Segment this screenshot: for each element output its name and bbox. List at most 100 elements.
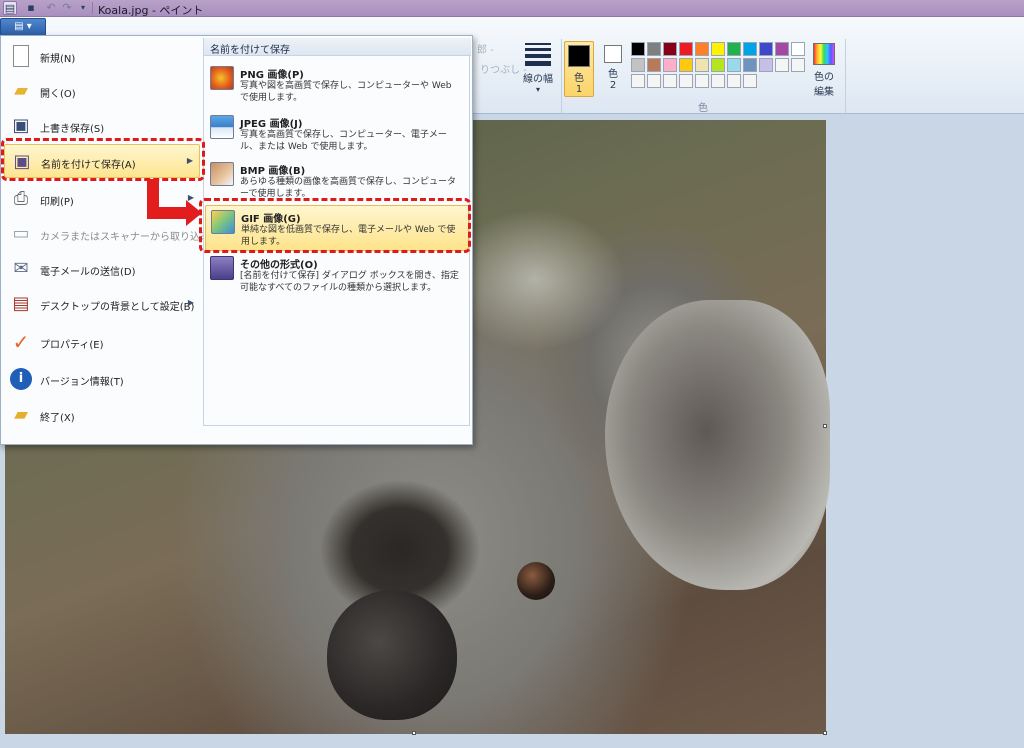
menu-item-exit[interactable]: ▰ 終了(X) [4, 398, 200, 432]
file-menu-button[interactable]: ▤ ▾ [0, 18, 46, 36]
menu-item-desktop-background[interactable]: ▤ デスクトップの背景として設定(B) ▶ [4, 287, 200, 321]
email-icon: ✉ [13, 258, 29, 279]
save-as-jpeg-item[interactable]: JPEG 画像(J) 写真を高画質で保存し、コンピューター、電子メール、または … [205, 111, 469, 157]
color1-button[interactable]: 色 1 [564, 41, 594, 97]
menu-item-new[interactable]: 新規(N) [4, 39, 200, 73]
menu-item-print-label: 印刷(P) [40, 197, 74, 208]
palette-color-swatch[interactable] [695, 74, 709, 88]
koala-ear [605, 300, 830, 590]
palette-color-swatch[interactable] [727, 42, 741, 56]
annotation-highlight-gif [199, 198, 471, 253]
color2-button[interactable]: 色 2 [598, 41, 628, 97]
new-document-icon [13, 45, 29, 67]
save-as-other-desc: [名前を付けて保存] ダイアログ ボックスを開き、指定可能なすべてのファイルの種… [240, 271, 459, 293]
menu-icon: ▤ ▾ [14, 21, 32, 32]
palette-color-swatch[interactable] [695, 42, 709, 56]
palette-color-swatch[interactable] [775, 58, 789, 72]
palette-color-swatch[interactable] [727, 58, 741, 72]
jpeg-image-icon [210, 115, 234, 139]
exit-icon: ▰ [14, 404, 28, 425]
info-icon: i [10, 368, 32, 390]
palette-color-swatch[interactable] [759, 42, 773, 56]
color2-label: 色 [608, 69, 618, 80]
checkmark-icon: ✓ [12, 330, 30, 354]
color1-label: 色 [574, 73, 584, 84]
scanner-icon: ▭ [12, 223, 30, 244]
menu-item-open[interactable]: ▰ 開く(O) [4, 74, 200, 108]
palette-color-swatch[interactable] [679, 74, 693, 88]
save-icon: ▣ [12, 115, 30, 136]
canvas-resize-handle[interactable] [823, 731, 827, 735]
palette-color-swatch[interactable] [775, 42, 789, 56]
save-icon[interactable]: ▪ [24, 1, 38, 15]
palette-color-swatch[interactable] [791, 58, 805, 72]
menu-item-exit-label: 終了(X) [40, 413, 75, 424]
line-width-label: 線の幅 [523, 74, 553, 85]
window-title: Koala.jpg - ペイント [98, 4, 204, 17]
menu-item-desktop-background-label: デスクトップの背景として設定(B) [40, 302, 195, 313]
customize-toolbar-dropdown-icon[interactable]: ▾ [76, 1, 90, 15]
canvas-resize-handle[interactable] [823, 424, 827, 428]
line-width-button[interactable]: 線の幅 ▾ [518, 40, 558, 110]
undo-icon[interactable]: ↶ [44, 1, 58, 15]
color-palette [631, 42, 807, 90]
palette-color-swatch[interactable] [631, 74, 645, 88]
menu-item-open-label: 開く(O) [40, 89, 76, 100]
palette-color-swatch[interactable] [663, 74, 677, 88]
printer-icon: ⎙ [13, 188, 29, 209]
menu-item-email[interactable]: ✉ 電子メールの送信(D) [4, 252, 200, 286]
palette-color-swatch[interactable] [711, 74, 725, 88]
palette-color-swatch[interactable] [663, 58, 677, 72]
color-wheel-icon [813, 43, 835, 65]
save-as-jpeg-title: JPEG 画像(J) [240, 119, 303, 130]
save-as-other-item[interactable]: その他の形式(O) [名前を付けて保存] ダイアログ ボックスを開き、指定可能な… [205, 252, 469, 298]
palette-color-swatch[interactable] [743, 74, 757, 88]
file-menu-commands: 新規(N) ▰ 開く(O) ▣ 上書き保存(S) ▣ 名前を付けて保存(A) ▶… [2, 37, 226, 443]
menu-item-about-label: バージョン情報(T) [40, 377, 124, 388]
save-as-png-desc: 写真や図を高画質で保存し、コンピューターや Web で使用します。 [240, 81, 452, 103]
redo-icon[interactable]: ↷ [60, 1, 74, 15]
palette-color-swatch[interactable] [679, 58, 693, 72]
palette-color-swatch[interactable] [631, 42, 645, 56]
group-divider [561, 39, 562, 113]
annotation-arrow-shaft [147, 207, 187, 219]
palette-color-swatch[interactable] [647, 58, 661, 72]
palette-color-swatch[interactable] [647, 74, 661, 88]
annotation-highlight-save-as [1, 138, 205, 181]
open-folder-icon: ▰ [14, 80, 28, 101]
palette-color-swatch[interactable] [759, 58, 773, 72]
paint-app-icon[interactable]: ▤ [3, 1, 17, 15]
menu-item-about[interactable]: i バージョン情報(T) [4, 362, 200, 396]
palette-color-swatch[interactable] [695, 58, 709, 72]
canvas-resize-handle[interactable] [412, 731, 416, 735]
title-bar: ▤ ▪ ↶ ↷ ▾ Koala.jpg - ペイント [0, 0, 1024, 17]
palette-color-swatch[interactable] [743, 58, 757, 72]
submenu-header: 名前を付けて保存 [204, 38, 471, 56]
save-as-other-title: その他の形式(O) [240, 260, 318, 271]
palette-color-swatch[interactable] [679, 42, 693, 56]
menu-item-scanner[interactable]: ▭ カメラまたはスキャナーから取り込み(M) [4, 217, 226, 251]
line-width-icon [525, 43, 551, 66]
color2-swatch [604, 45, 622, 63]
other-formats-icon [210, 256, 234, 280]
menu-item-properties[interactable]: ✓ プロパティ(E) [4, 325, 200, 359]
palette-color-swatch[interactable] [711, 42, 725, 56]
palette-color-swatch[interactable] [711, 58, 725, 72]
menu-item-email-label: 電子メールの送信(D) [40, 267, 136, 278]
ribbon-faded-label-1: 郎 - [477, 45, 494, 56]
title-separator [92, 2, 93, 14]
koala-nose [327, 590, 457, 720]
palette-color-swatch[interactable] [743, 42, 757, 56]
palette-color-swatch[interactable] [727, 74, 741, 88]
edit-colors-button[interactable]: 色の 編集 [807, 41, 841, 111]
palette-color-swatch[interactable] [663, 42, 677, 56]
palette-color-swatch[interactable] [647, 42, 661, 56]
palette-color-swatch[interactable] [631, 58, 645, 72]
chevron-down-icon: ▾ [535, 85, 540, 94]
save-as-jpeg-desc: 写真を高画質で保存し、コンピューター、電子メール、または Web で使用します。 [240, 130, 447, 152]
color1-number: 1 [575, 84, 583, 95]
save-as-png-item[interactable]: PNG 画像(P) 写真や図を高画質で保存し、コンピューターや Web で使用し… [205, 62, 469, 108]
save-as-bmp-title: BMP 画像(B) [240, 166, 306, 177]
palette-color-swatch[interactable] [791, 42, 805, 56]
save-as-png-title: PNG 画像(P) [240, 70, 304, 81]
